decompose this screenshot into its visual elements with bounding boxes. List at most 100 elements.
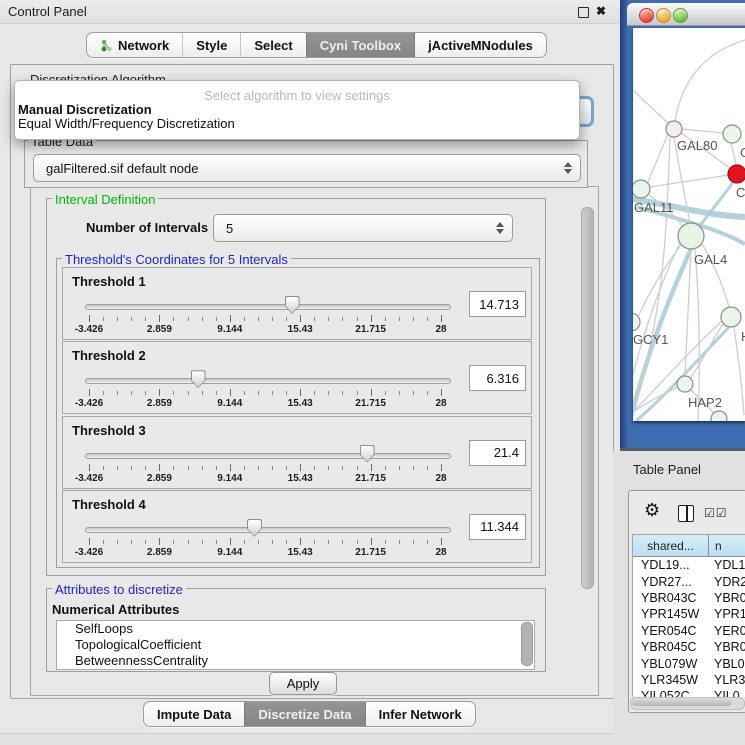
slider-thumb[interactable] [247,519,262,537]
cell-name: YBL0 [714,657,745,671]
checkbox-icons[interactable]: ☑☑ [704,506,728,520]
network-node[interactable] [723,125,741,143]
threshold-value-field[interactable]: 14.713 [469,291,526,317]
slider-thumb[interactable] [285,296,300,314]
bottom-strip [0,733,620,745]
numerical-attributes-label: Numerical Attributes [52,602,179,617]
tab-impute-data[interactable]: Impute Data [144,702,244,726]
tick-major [230,389,231,396]
tick-minor [145,466,146,470]
tab-jactivemnodules[interactable]: jActiveMNodules [414,33,546,57]
tab-label: jActiveMNodules [428,38,533,53]
minimize-traffic-light-icon[interactable] [656,8,671,23]
close-traffic-light-icon[interactable] [639,8,654,23]
attribute-item[interactable]: BetweennessCentrality [57,653,534,669]
zoom-traffic-light-icon[interactable] [673,8,688,23]
tick-minor [145,391,146,395]
attributes-group-title: Attributes to discretize [52,582,186,597]
network-node[interactable] [666,121,682,137]
table-row[interactable]: YER054CYER0 [633,623,745,639]
horizontal-scrollbar[interactable] [630,697,745,710]
attributes-list-scrollbar[interactable] [521,622,533,666]
attribute-item[interactable]: TopologicalCoefficient [57,637,534,653]
tab-discretize-data[interactable]: Discretize Data [244,702,364,726]
network-node[interactable] [633,180,650,198]
tab-network[interactable]: Network [87,33,182,57]
network-node[interactable] [677,376,693,392]
table-row[interactable]: YBL079WYBL0 [633,655,745,671]
tick-label: 2.859 [147,547,172,558]
node-label: GCY1 [633,332,668,347]
table-row[interactable]: YPR145WYPR1 [633,606,745,622]
algorithm-option[interactable]: Manual Discretization [15,103,579,117]
dropdown-options: Manual DiscretizationEqual Width/Frequen… [15,103,579,131]
table-row[interactable]: YDR27...YDR2 [633,573,745,589]
tick-minor [286,540,287,544]
apply-button[interactable]: Apply [269,672,337,695]
tab-label: Network [118,38,169,53]
combo-stepper-icon [495,222,504,234]
table-row[interactable]: YLR345WYLR3 [633,672,745,688]
tick-minor [328,540,329,544]
thresholds-group-title: Threshold's Coordinates for 5 Intervals [62,252,291,267]
node-label: GA [740,145,745,160]
threshold-label: Threshold 4 [72,497,146,512]
tab-select[interactable]: Select [240,33,305,57]
tab-infer-network[interactable]: Infer Network [365,702,475,726]
cell-shared-name: YER054C [633,624,714,638]
dropdown-hint: Select algorithm to view settings [15,89,579,103]
tick-minor [173,540,174,544]
horizontal-scrollbar-thumb[interactable] [632,699,732,706]
tick-minor [314,317,315,321]
vertical-scrollbar[interactable] [581,207,594,589]
slider-track[interactable] [85,527,451,533]
tick-minor [188,317,189,321]
columns-icon[interactable] [678,505,694,522]
tab-style[interactable]: Style [182,33,240,57]
network-node[interactable] [711,411,727,421]
network-window-frame-edge [620,0,627,448]
tick-label: 2.859 [147,473,172,484]
tab-cyni-toolbox[interactable]: Cyni Toolbox [306,33,414,57]
float-window-icon[interactable] [578,7,589,18]
threshold-value-field[interactable]: 11.344 [469,514,526,540]
network-node[interactable] [678,223,704,249]
tick-major [89,389,90,396]
table-data-combo[interactable]: galFiltered.sif default node [33,154,581,182]
tick-major [371,464,372,471]
attribute-item[interactable]: SelfLoops [57,621,534,637]
tick-major [159,389,160,396]
panel-title: Control Panel [8,4,87,19]
table-row[interactable]: YBR043CYBR0 [633,590,745,606]
cell-shared-name: YBL079W [633,657,714,671]
network-canvas[interactable]: GAL80GACGAL11GAL4GCY1HHAP2 [633,28,745,421]
table-row[interactable]: YBR045CYBR0 [633,639,745,655]
slider-track[interactable] [85,304,451,310]
table-row[interactable]: YDL19...YDL1 [633,557,745,573]
slider-track[interactable] [85,378,451,384]
threshold-value-field[interactable]: 6.316 [469,365,526,391]
column-header-1[interactable]: shared... [633,535,709,556]
slider-thumb[interactable] [191,370,206,388]
tick-minor [216,540,217,544]
tick-minor [286,317,287,321]
tick-major [441,389,442,396]
slider-track[interactable] [85,453,451,459]
cell-shared-name: YPR145W [633,607,714,621]
number-of-intervals-combo[interactable]: 5 [213,214,513,242]
network-node[interactable] [728,165,745,183]
close-icon[interactable]: ✖ [596,4,606,18]
column-header-2[interactable]: n [709,535,745,556]
threshold-item: Threshold 1-3.4262.8599.14415.4321.71528… [62,267,532,340]
tick-minor [314,540,315,544]
tick-minor [385,466,386,470]
threshold-value-field[interactable]: 21.4 [469,440,526,466]
network-node[interactable] [721,307,741,327]
algorithm-option[interactable]: Equal Width/Frequency Discretization [15,117,579,131]
slider-thumb[interactable] [360,445,375,463]
tick-minor [216,466,217,470]
gear-icon[interactable]: ⚙ [644,500,660,521]
slider-thumb-face [248,520,261,536]
tick-label: 21.715 [355,398,386,409]
network-edge [698,182,733,228]
